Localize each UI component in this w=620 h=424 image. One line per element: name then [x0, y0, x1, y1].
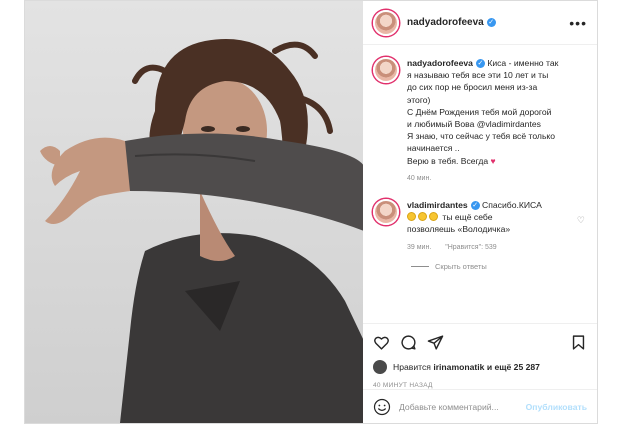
reply-body: vladimirdantes ✓ Спасибо.КИСА ты ещё себе…: [407, 199, 587, 254]
hide-replies-button[interactable]: Скрыть ответы: [411, 262, 587, 271]
author-avatar[interactable]: [373, 9, 399, 36]
caption-line: я называю тебя все эти 10 лет и ты: [407, 70, 549, 81]
reply-time[interactable]: 39 мин.: [407, 244, 431, 251]
likes-prefix: Нравится: [393, 362, 431, 372]
caption-time[interactable]: 40 мин.: [407, 175, 431, 182]
caption: nadyadorofeeva ✓ Киса - именно так я назы…: [373, 57, 587, 185]
comment-icon[interactable]: [400, 334, 417, 351]
liker-avatar[interactable]: [373, 360, 387, 374]
photo-illustration: [40, 39, 363, 423]
reply-text: Спасибо.КИСА: [482, 200, 542, 211]
caption-body: nadyadorofeeva ✓ Киса - именно так я назы…: [407, 57, 587, 185]
post-photo[interactable]: [25, 1, 363, 423]
emoji-icon[interactable]: [373, 398, 391, 416]
crying-emoji-icon: [429, 212, 438, 222]
caption-line: этого): [407, 94, 431, 105]
reply-likes-count[interactable]: "Нравится": 539: [445, 244, 496, 251]
instagram-post: nadyadorofeeva ✓ ••• nadyadorofeeva ✓ Киса…: [24, 0, 598, 424]
caption-line: С Днём Рождения тебя мой дорогой: [407, 106, 552, 117]
comment-like-icon[interactable]: ♡: [577, 215, 585, 226]
caption-line: Я знаю, что сейчас у тебя всё только: [407, 131, 556, 142]
post-actions: Нравится irinamonatik и ещё 25 287 40 МИ…: [363, 323, 597, 389]
caption-line: Верю в тебя. Всегда ♥: [407, 155, 496, 166]
liker-username[interactable]: irinamonatik: [433, 362, 484, 372]
add-comment-bar: Опубликовать: [363, 389, 597, 423]
author-username[interactable]: nadyadorofeeva ✓: [407, 17, 496, 28]
caption-line: и любимый Вова @vladimirdantes: [407, 119, 541, 130]
post-date[interactable]: 40 МИНУТ НАЗАД: [373, 382, 587, 389]
post-header: nadyadorofeeva ✓ •••: [363, 1, 597, 45]
heart-emoji-icon: ♥: [490, 155, 496, 166]
reply-avatar[interactable]: [373, 199, 399, 226]
caption-avatar[interactable]: [373, 57, 399, 83]
reply-text: ты ещё себе: [442, 212, 493, 223]
verified-icon: ✓: [486, 17, 496, 27]
reply-meta: 39 мин. "Нравится": 539: [407, 242, 587, 254]
crying-emoji-icon: [418, 212, 427, 222]
comment-reply: vladimirdantes ✓ Спасибо.КИСА ты ещё себе…: [373, 199, 587, 254]
action-icons: [373, 332, 587, 352]
comments-section: nadyadorofeeva ✓ Киса - именно так я назы…: [363, 45, 597, 323]
reply-text: позволяешь «Володичка»: [407, 224, 511, 235]
caption-username[interactable]: nadyadorofeeva: [407, 58, 473, 68]
caption-meta: 40 мин.: [407, 173, 587, 185]
likes-count[interactable]: и ещё 25 287: [487, 362, 540, 372]
verified-icon: ✓: [475, 59, 485, 69]
post-sidebar: nadyadorofeeva ✓ ••• nadyadorofeeva ✓ Киса…: [363, 1, 597, 423]
comment-input[interactable]: [399, 401, 526, 412]
verified-icon: ✓: [470, 201, 480, 211]
divider: [411, 265, 429, 267]
caption-line: начинается ..: [407, 143, 460, 154]
hide-replies-label: Скрыть ответы: [435, 261, 487, 271]
like-icon[interactable]: [373, 334, 390, 351]
more-options-icon[interactable]: •••: [569, 15, 587, 31]
likes-line[interactable]: Нравится irinamonatik и ещё 25 287: [373, 360, 587, 374]
caption-line: до сих пор не бросил меня из-за: [407, 82, 538, 93]
publish-button[interactable]: Опубликовать: [526, 402, 587, 412]
caption-line: Киса - именно так: [487, 58, 559, 68]
crying-emoji-icon: [407, 212, 416, 222]
share-icon[interactable]: [427, 334, 444, 351]
reply-username[interactable]: vladimirdantes: [407, 200, 468, 210]
bookmark-icon[interactable]: [570, 334, 587, 351]
